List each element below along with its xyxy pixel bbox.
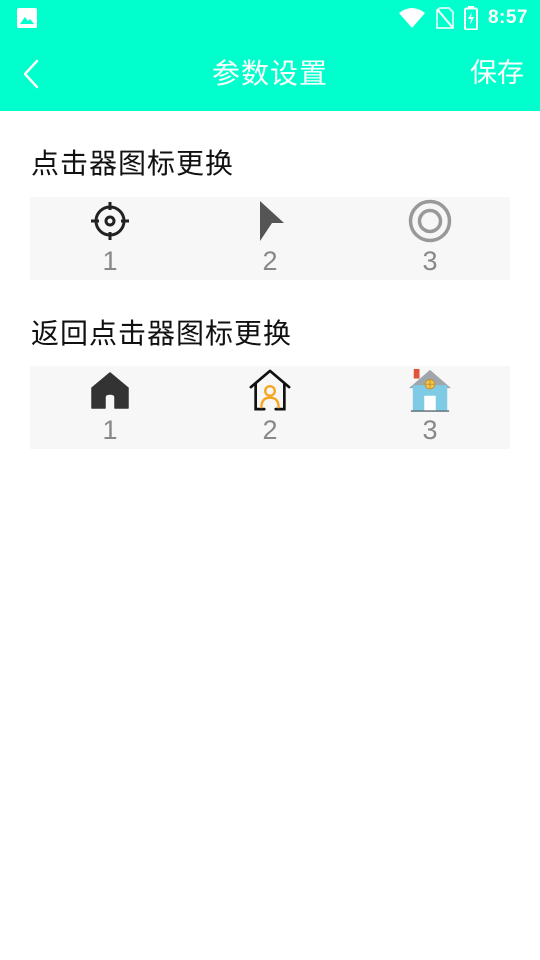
app-bar: 参数设置 保存: [0, 36, 540, 111]
double-circle-icon: [408, 199, 452, 243]
clicker-icon-option-1[interactable]: 1: [65, 197, 155, 280]
battery-charging-icon: [463, 6, 478, 30]
option-number: 3: [422, 415, 438, 445]
crosshair-icon: [91, 202, 129, 240]
no-sim-icon: [435, 7, 454, 29]
return-icon-option-1[interactable]: 1: [65, 366, 155, 449]
status-time: 8:57: [487, 7, 528, 28]
status-bar: 8:57: [0, 0, 540, 36]
return-clicker-icon-section-title: 返回点击器图标更换: [31, 317, 293, 350]
option-number: 1: [102, 415, 118, 445]
clicker-icon-options: 1 2 3: [30, 197, 510, 280]
clicker-icon-section-title: 点击器图标更换: [31, 147, 235, 180]
home-filled-icon: [91, 372, 129, 409]
save-button[interactable]: 保存: [470, 36, 524, 111]
page-title: 参数设置: [211, 57, 328, 90]
status-icons: 8:57: [398, 0, 528, 36]
clicker-icon-option-2[interactable]: 2: [225, 197, 315, 280]
top-bar: 8:57 参数设置 保存: [0, 0, 540, 111]
option-number: 1: [102, 246, 118, 276]
arrow-pointer-icon: [260, 201, 284, 241]
home-person-icon: [249, 369, 291, 411]
house-colored-icon: [408, 368, 452, 412]
return-icon-option-3[interactable]: 3: [385, 366, 475, 449]
option-number: 2: [262, 415, 278, 445]
return-icon-option-2[interactable]: 2: [225, 366, 315, 449]
option-number: 3: [422, 246, 438, 276]
return-clicker-icon-options: 1 2 3: [30, 366, 510, 449]
image-icon: [17, 8, 37, 28]
clicker-icon-option-3[interactable]: 3: [385, 197, 475, 280]
option-number: 2: [262, 246, 278, 276]
wifi-icon: [398, 8, 425, 28]
